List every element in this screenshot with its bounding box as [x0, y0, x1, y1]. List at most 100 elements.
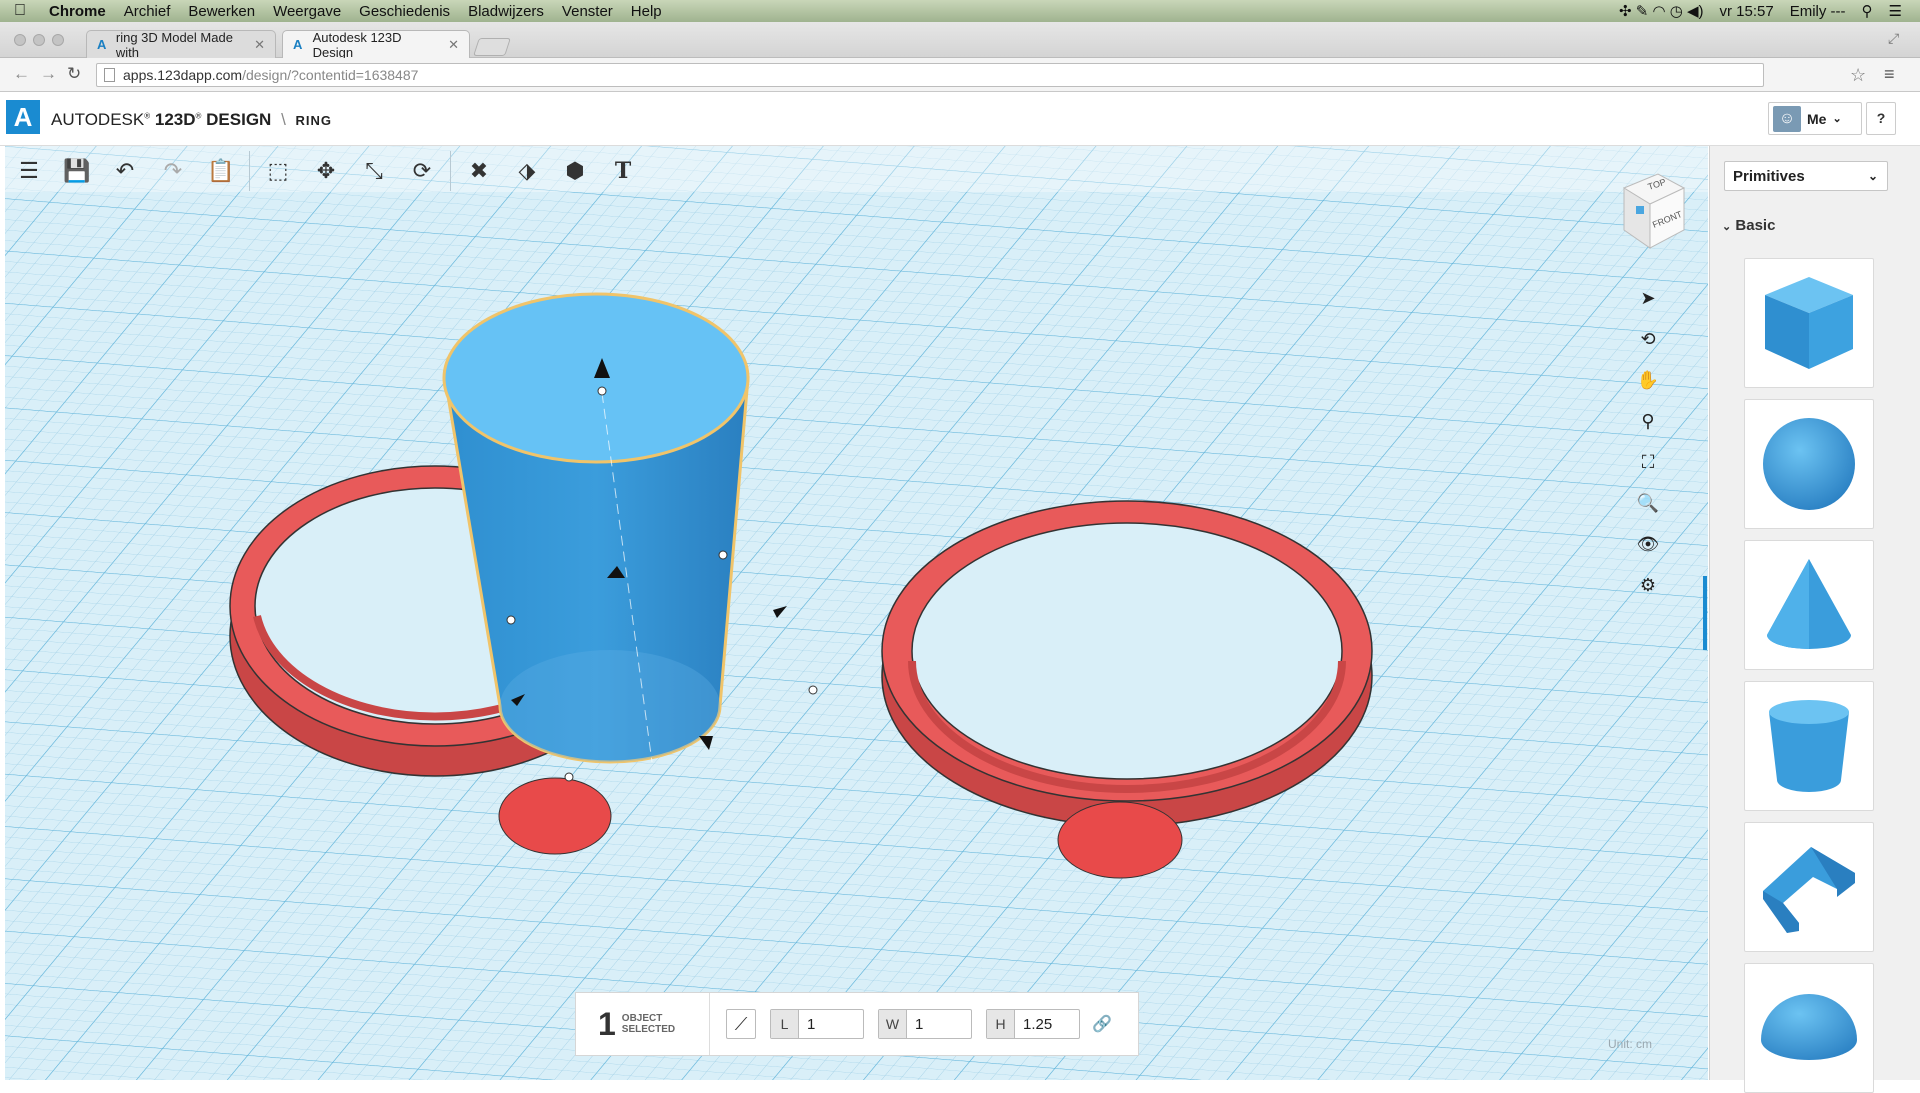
menu-item-venster[interactable]: Venster	[553, 3, 622, 20]
width-field[interactable]: W 1	[878, 1009, 972, 1039]
orbit-icon[interactable]: ⟲	[1628, 319, 1668, 360]
length-field[interactable]: L 1	[770, 1009, 864, 1039]
close-tab-icon[interactable]: ✕	[448, 37, 459, 53]
project-name[interactable]: RING	[296, 113, 333, 128]
menu-app[interactable]: Chrome	[40, 3, 115, 20]
transform-bounds-icon[interactable]: ⬚	[254, 148, 302, 194]
cylinder-icon	[1769, 700, 1849, 792]
snap-icon[interactable]: ⟋	[726, 1009, 756, 1039]
primitives-dropdown-label: Primitives	[1733, 167, 1805, 185]
panel-resize-handle[interactable]	[1703, 576, 1707, 650]
basic-section-header[interactable]: ⌄ Basic	[1722, 217, 1775, 234]
autodesk-favicon: A	[97, 36, 107, 52]
chrome-menu-icon[interactable]: ≡	[1884, 64, 1895, 85]
text-icon[interactable]: T	[599, 148, 647, 194]
address-bar[interactable]: apps.123dapp.com/design/?contentid=16384…	[96, 63, 1764, 87]
reload-icon[interactable]: ↻	[67, 64, 81, 84]
move-icon[interactable]: ✥	[302, 148, 350, 194]
zoom-window-button[interactable]	[52, 34, 64, 46]
autodesk-logo[interactable]: A	[6, 100, 40, 134]
title-separator: \	[281, 110, 286, 129]
menu-item-geschiedenis[interactable]: Geschiedenis	[350, 3, 459, 20]
primitive-cylinder[interactable]	[1744, 681, 1874, 811]
navigation-tools: ➤ ⟲ ✋ ⚲ ⛶ 🔍 👁 ⚙	[1628, 278, 1668, 606]
viewcube-corner-highlight	[1636, 206, 1644, 214]
fullscreen-icon[interactable]: ⤢	[1888, 30, 1899, 47]
selection-count-number: 1	[598, 1005, 616, 1042]
selection-label-line2: SELECTED	[621, 1024, 676, 1035]
menu-item-archief[interactable]: Archief	[115, 3, 180, 20]
primitive-sphere[interactable]	[1744, 399, 1874, 529]
view-cube[interactable]: TOP FRONT	[1614, 166, 1690, 252]
autodesk-favicon: A	[293, 36, 303, 52]
tab-ring-model[interactable]: A ring 3D Model Made with ✕	[86, 30, 276, 60]
select-icon[interactable]: ➤	[1628, 278, 1668, 319]
cone-icon	[1767, 559, 1851, 649]
brand-product: 123D	[154, 110, 196, 129]
close-tab-icon[interactable]: ✕	[254, 37, 265, 53]
app-title: AUTODESK® 123D® DESIGN \ RING	[51, 110, 333, 129]
link-proportions-icon[interactable]: 🔗	[1092, 1014, 1112, 1034]
new-tab-button[interactable]	[473, 38, 511, 56]
selection-panel: 1 OBJECT SELECTED ⟋ L 1 W 1 H 1.25 🔗	[575, 992, 1139, 1056]
fit-icon[interactable]: ⛶	[1628, 442, 1668, 483]
hemisphere-icon	[1761, 994, 1857, 1060]
3d-viewport[interactable]	[5, 146, 1708, 1080]
primitive-cone[interactable]	[1744, 540, 1874, 670]
back-icon[interactable]: ←	[13, 64, 30, 84]
paste-icon[interactable]: 📋	[197, 148, 245, 194]
tweak-icon[interactable]: ✖	[455, 148, 503, 194]
browser-tab-bar: A ring 3D Model Made with ✕ A Autodesk 1…	[0, 22, 1920, 60]
height-field[interactable]: H 1.25	[986, 1009, 1080, 1039]
scene-canvas[interactable]	[5, 146, 1708, 1080]
clock[interactable]: vr 15:57	[1712, 3, 1782, 20]
zoom-selected-icon[interactable]: 🔍	[1628, 483, 1668, 524]
menu-item-weergave[interactable]: Weergave	[264, 3, 350, 20]
redo-icon[interactable]: ↷	[149, 148, 197, 194]
avatar: ☺	[1773, 105, 1801, 132]
save-icon[interactable]: 💾	[53, 148, 101, 194]
menu-icon[interactable]: ☰	[5, 148, 53, 194]
spotlight-icon[interactable]: ⚲	[1854, 2, 1881, 20]
help-button[interactable]: ?	[1866, 102, 1896, 135]
selection-count: 1 OBJECT SELECTED	[576, 993, 710, 1055]
bookmark-star-icon[interactable]: ☆	[1850, 65, 1866, 86]
menu-item-help[interactable]: Help	[622, 3, 671, 20]
zoom-icon[interactable]: ⚲	[1628, 401, 1668, 442]
height-label: H	[987, 1010, 1015, 1038]
menu-item-bewerken[interactable]: Bewerken	[179, 3, 264, 20]
forward-icon[interactable]: →	[40, 64, 57, 84]
rotate-icon[interactable]: ⟳	[398, 148, 446, 194]
tab-title: Autodesk 123D Design	[312, 29, 402, 60]
primitive-polygon[interactable]	[1744, 822, 1874, 952]
primitives-dropdown[interactable]: Primitives ⌄	[1724, 161, 1888, 191]
menu-item-bladwijzers[interactable]: Bladwijzers	[459, 3, 553, 20]
close-window-button[interactable]	[14, 34, 26, 46]
length-value[interactable]: 1	[799, 1016, 863, 1033]
height-value[interactable]: 1.25	[1015, 1016, 1079, 1033]
brand-prefix: AUTODESK	[51, 110, 145, 129]
minimize-window-button[interactable]	[33, 34, 45, 46]
width-label: W	[879, 1010, 907, 1038]
chevron-down-icon: ⌄	[1722, 221, 1732, 233]
primitive-hemisphere[interactable]	[1744, 963, 1874, 1093]
pan-icon[interactable]: ✋	[1628, 360, 1668, 401]
materials-icon[interactable]: ⚙	[1628, 565, 1668, 606]
notifications-icon[interactable]: ☰	[1881, 2, 1910, 20]
selection-count-label: OBJECT SELECTED	[622, 1013, 675, 1035]
user-menu[interactable]: ☺ Me ⌄	[1768, 102, 1862, 135]
status-icons[interactable]: ✣ ✎ ◠ ◷ ◀)	[1611, 2, 1712, 20]
os-menu-bar:  Chrome Archief Bewerken Weergave Gesch…	[0, 0, 1920, 22]
visibility-icon[interactable]: 👁	[1628, 524, 1668, 565]
toolbar-divider	[249, 151, 250, 191]
construct-icon[interactable]: ⬗	[503, 148, 551, 194]
url-path: /design/?contentid=1638487	[242, 67, 419, 83]
width-value[interactable]: 1	[907, 1016, 971, 1033]
user-name[interactable]: Emily ---	[1782, 3, 1854, 20]
scale-icon[interactable]: ⤡	[350, 148, 398, 194]
tab-autodesk-123d[interactable]: A Autodesk 123D Design ✕	[282, 29, 470, 60]
combine-icon[interactable]: ⬢	[551, 148, 599, 194]
primitive-box[interactable]	[1744, 258, 1874, 388]
undo-icon[interactable]: ↶	[101, 148, 149, 194]
apple-icon[interactable]: 	[0, 2, 40, 20]
